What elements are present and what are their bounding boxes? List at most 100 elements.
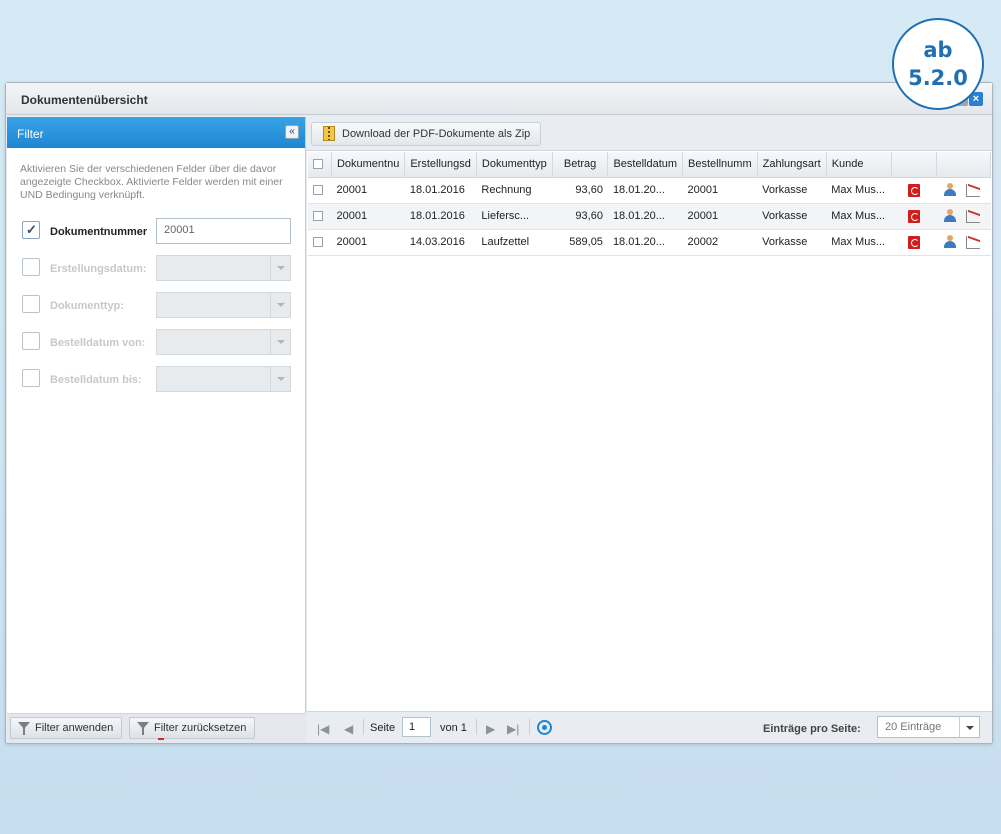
cell-document-number: 20001 xyxy=(331,203,405,230)
row-checkbox[interactable] xyxy=(313,211,323,222)
cell-payment: Vorkasse xyxy=(757,203,827,230)
documents-window: Dokumentenübersicht × Filter « Aktiviere… xyxy=(5,82,993,744)
order-date-from-combo[interactable] xyxy=(156,329,291,355)
created-date-label: Erstellungsdatum: xyxy=(50,263,147,275)
page-label: Seite xyxy=(370,722,396,734)
window-title: Dokumentenübersicht xyxy=(21,93,148,107)
cell-order-date: 18.01.20... xyxy=(607,229,683,256)
page-number-input[interactable]: 1 xyxy=(402,717,431,737)
cell-order-date: 18.01.20... xyxy=(607,203,683,230)
filter-header: Filter « xyxy=(7,117,305,148)
reset-filter-label: Filter zurücksetzen xyxy=(154,722,247,734)
cell-customer: Max Mus... xyxy=(826,177,892,204)
chevron-down-icon[interactable] xyxy=(270,367,290,391)
page-count-label: von 1 xyxy=(440,722,467,734)
document-number-label: Dokumentnummer xyxy=(50,226,148,238)
filter-footer: Filter anwenden Filter zurücksetzen xyxy=(7,713,306,743)
cell-order-number: 20001 xyxy=(682,177,758,204)
statistics-icon[interactable] xyxy=(966,235,981,249)
chevron-down-icon[interactable] xyxy=(959,717,979,737)
per-page-select[interactable]: 20 Einträge xyxy=(877,716,980,738)
cell-document-type: Laufzettel xyxy=(476,229,553,256)
cell-document-number: 20001 xyxy=(331,177,405,204)
statistics-icon[interactable] xyxy=(966,183,981,197)
row-checkbox[interactable] xyxy=(313,185,323,196)
documents-panel: Download der PDF-Dokumente als Zip Dokum… xyxy=(307,117,992,743)
download-zip-button[interactable]: Download der PDF-Dokumente als Zip xyxy=(311,122,542,146)
last-page-icon[interactable]: ▶| xyxy=(507,722,519,736)
first-page-icon[interactable]: |◀ xyxy=(317,722,329,736)
next-page-icon[interactable]: ▶ xyxy=(486,722,495,736)
funnel-icon xyxy=(18,722,30,735)
chevron-down-icon[interactable] xyxy=(270,293,290,317)
pdf-icon[interactable] xyxy=(908,183,921,197)
download-zip-label: Download der PDF-Dokumente als Zip xyxy=(342,128,531,140)
pdf-icon[interactable] xyxy=(908,235,921,249)
column-header[interactable]: Dokumenttyp xyxy=(476,152,553,178)
created-date-checkbox[interactable] xyxy=(22,258,40,276)
statistics-icon[interactable] xyxy=(966,209,981,223)
filter-row-order-date-from: Bestelldatum von: xyxy=(22,328,294,355)
document-type-checkbox[interactable] xyxy=(22,295,40,313)
chevron-down-icon[interactable] xyxy=(270,256,290,280)
document-number-input[interactable]: 20001 xyxy=(156,218,291,244)
version-badge-line1: ab xyxy=(923,38,953,62)
cell-amount: 93,60 xyxy=(552,203,608,230)
version-badge: ab 5.2.0 xyxy=(892,18,984,110)
apply-filter-button[interactable]: Filter anwenden xyxy=(10,717,123,739)
document-number-checkbox[interactable] xyxy=(22,221,40,239)
cell-order-number: 20001 xyxy=(682,203,758,230)
order-date-from-checkbox[interactable] xyxy=(22,332,40,350)
column-header[interactable]: Kunde xyxy=(826,152,892,178)
select-all-checkbox[interactable] xyxy=(313,159,323,170)
cell-customer: Max Mus... xyxy=(826,203,892,230)
customer-icon[interactable] xyxy=(943,183,957,197)
cell-amount: 93,60 xyxy=(552,177,608,204)
collapse-panel-button[interactable]: « xyxy=(285,125,299,139)
cell-document-type: Liefersc... xyxy=(476,203,553,230)
per-page-label: Einträge pro Seite: xyxy=(763,723,861,735)
chevron-down-icon[interactable] xyxy=(270,330,290,354)
table-row[interactable]: 20001 18.01.2016 Liefersc... 93,60 18.01… xyxy=(308,203,991,230)
filter-row-document-type: Dokumenttyp: xyxy=(22,291,294,318)
order-date-to-checkbox[interactable] xyxy=(22,369,40,387)
created-date-combo[interactable] xyxy=(156,255,291,281)
row-checkbox[interactable] xyxy=(313,237,323,248)
document-type-combo[interactable] xyxy=(156,292,291,318)
previous-page-icon[interactable]: ◀ xyxy=(344,722,353,736)
cell-created-date: 14.03.2016 xyxy=(404,229,477,256)
cell-order-number: 20002 xyxy=(682,229,758,256)
customer-icon[interactable] xyxy=(943,209,957,223)
grid-header-row: Dokumentnu Erstellungsd Dokumenttyp Betr… xyxy=(308,152,991,178)
column-header[interactable]: Bestelldatum xyxy=(607,152,684,178)
documents-grid: Dokumentnu Erstellungsd Dokumenttyp Betr… xyxy=(308,152,991,256)
per-page-value: 20 Einträge xyxy=(885,721,942,733)
customer-icon[interactable] xyxy=(943,235,957,249)
refresh-icon[interactable] xyxy=(537,720,552,735)
column-header[interactable]: Bestellnumm xyxy=(682,152,758,178)
pdf-icon[interactable] xyxy=(908,209,921,223)
filter-description: Aktivieren Sie der verschiedenen Felder … xyxy=(20,163,283,201)
order-date-to-combo[interactable] xyxy=(156,366,291,392)
funnel-remove-icon xyxy=(137,722,164,740)
select-all-header[interactable] xyxy=(308,152,332,178)
column-header[interactable]: Dokumentnu xyxy=(331,152,406,178)
filter-row-order-date-to: Bestelldatum bis: xyxy=(22,365,294,392)
grid-toolbar: Download der PDF-Dokumente als Zip xyxy=(307,117,992,151)
reset-filter-button[interactable]: Filter zurücksetzen xyxy=(129,717,256,740)
apply-filter-label: Filter anwenden xyxy=(35,722,114,734)
filter-panel: Filter « Aktivieren Sie der verschiedene… xyxy=(7,117,306,743)
table-row[interactable]: 20001 18.01.2016 Rechnung 93,60 18.01.20… xyxy=(308,177,991,204)
cell-customer: Max Mus... xyxy=(826,229,892,256)
column-header[interactable]: Zahlungsart xyxy=(757,152,827,178)
column-header[interactable]: Erstellungsd xyxy=(404,152,477,178)
column-header[interactable]: Betrag xyxy=(552,152,609,178)
table-row[interactable]: 20001 14.03.2016 Laufzettel 589,05 18.01… xyxy=(308,229,991,256)
pdf-column-header xyxy=(891,152,938,178)
zip-archive-icon xyxy=(323,126,335,141)
order-date-to-label: Bestelldatum bis: xyxy=(50,374,142,386)
cell-created-date: 18.01.2016 xyxy=(404,203,477,230)
document-type-label: Dokumenttyp: xyxy=(50,300,124,312)
cell-amount: 589,05 xyxy=(552,229,608,256)
cell-payment: Vorkasse xyxy=(757,229,827,256)
